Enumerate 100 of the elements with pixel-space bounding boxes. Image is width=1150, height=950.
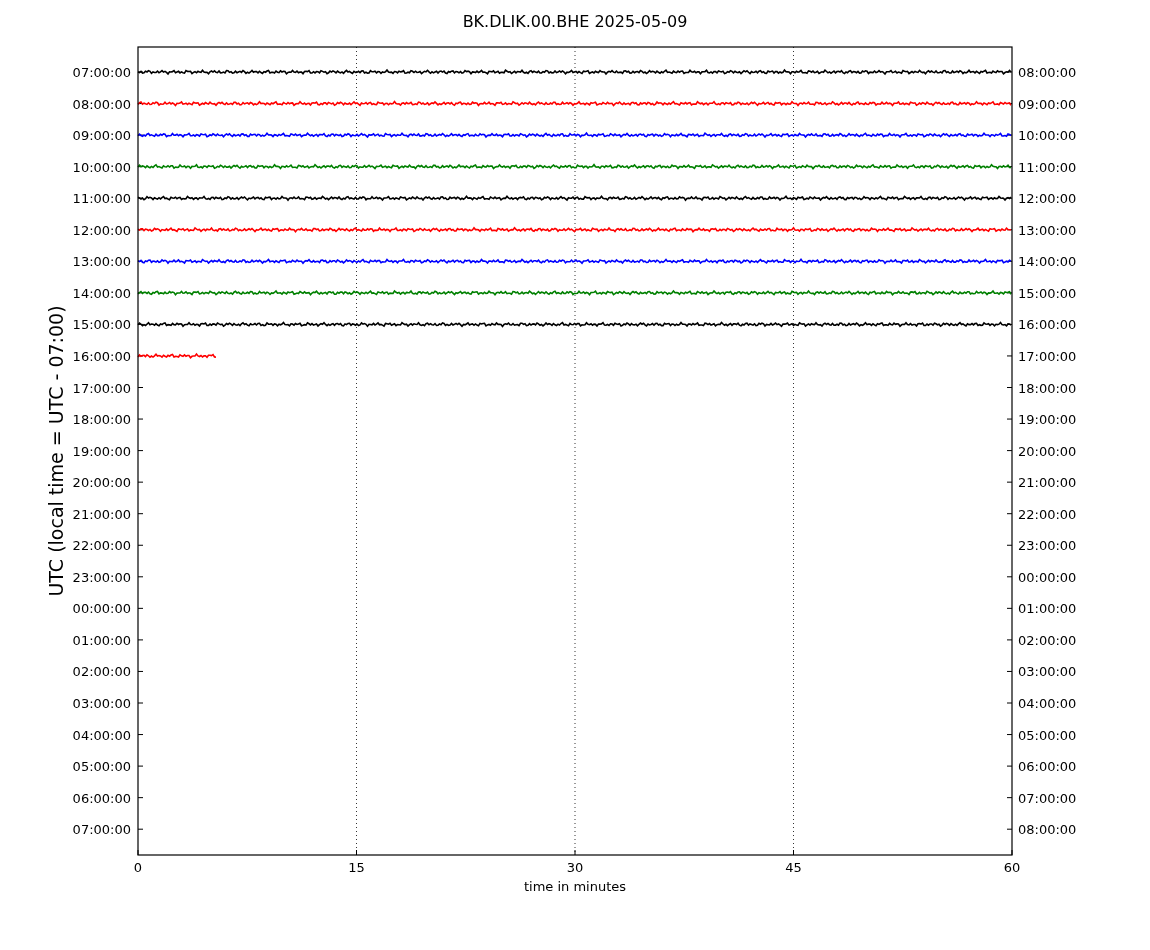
tick-mark bbox=[137, 292, 144, 294]
tick-mark bbox=[1006, 355, 1013, 357]
tick-mark bbox=[1006, 765, 1013, 767]
x-axis-label: time in minutes bbox=[523, 879, 627, 894]
tick-mark bbox=[1006, 387, 1013, 388]
tick-mark bbox=[137, 103, 144, 105]
y-tick-label: 19:00:00 bbox=[72, 443, 131, 459]
y-tick-label: 19:00:00 bbox=[1018, 412, 1077, 428]
y-tick-label: 07:00:00 bbox=[1018, 790, 1077, 806]
y-tick-label: 13:00:00 bbox=[1018, 222, 1077, 238]
y-tick-label: 14:00:00 bbox=[1018, 254, 1077, 270]
y-tick-label: 02:00:00 bbox=[72, 664, 131, 680]
y-tick-label: 07:00:00 bbox=[72, 65, 131, 80]
y-tick-label: 22:00:00 bbox=[72, 538, 131, 554]
y-tick-label: 20:00:00 bbox=[1018, 443, 1077, 459]
y-tick-label: 00:00:00 bbox=[72, 601, 131, 617]
tick-mark bbox=[1006, 134, 1013, 136]
y-tick-label: 16:00:00 bbox=[1018, 317, 1077, 333]
y-tick-label: 13:00:00 bbox=[72, 254, 131, 270]
tick-mark bbox=[793, 849, 794, 856]
x-tick-label: 15 bbox=[348, 860, 365, 875]
tick-mark bbox=[137, 576, 144, 578]
tick-mark bbox=[1006, 702, 1013, 704]
y-tick-label: 04:00:00 bbox=[1018, 696, 1077, 711]
tick-mark bbox=[137, 134, 144, 136]
y-tick-label: 10:00:00 bbox=[1018, 128, 1077, 144]
tick-mark bbox=[137, 544, 144, 546]
tick-mark bbox=[574, 849, 576, 856]
y-tick-label: 08:00:00 bbox=[1018, 822, 1077, 838]
tick-mark bbox=[1006, 71, 1013, 73]
tick-mark bbox=[137, 387, 144, 388]
tick-mark bbox=[1006, 828, 1013, 830]
y-tick-label: 18:00:00 bbox=[72, 412, 131, 428]
y-tick-label: 00:00:00 bbox=[1018, 569, 1077, 585]
y-tick-label: 21:00:00 bbox=[72, 506, 131, 522]
tick-mark bbox=[137, 734, 144, 736]
y-tick-label: 18:00:00 bbox=[1018, 380, 1077, 396]
x-tick-label: 30 bbox=[566, 860, 584, 875]
tick-mark bbox=[1006, 607, 1013, 609]
tick-mark bbox=[137, 702, 144, 704]
y-tick-label: 05:00:00 bbox=[1018, 727, 1077, 743]
y-tick-label: 11:00:00 bbox=[72, 191, 131, 207]
x-tick-label: 60 bbox=[1003, 860, 1021, 875]
tick-mark bbox=[1006, 576, 1013, 578]
y-tick-label: 01:00:00 bbox=[1018, 601, 1077, 617]
tick-mark bbox=[1006, 639, 1013, 641]
y-tick-label: 15:00:00 bbox=[72, 317, 131, 333]
tick-mark bbox=[137, 418, 144, 420]
tick-mark bbox=[137, 670, 144, 672]
tick-mark bbox=[137, 607, 144, 609]
tick-mark bbox=[137, 639, 144, 641]
y-tick-label: 16:00:00 bbox=[72, 348, 131, 364]
tick-mark bbox=[356, 849, 357, 856]
y-tick-label: 07:00:00 bbox=[72, 822, 131, 838]
tick-mark bbox=[1006, 670, 1013, 672]
y-tick-label: 15:00:00 bbox=[1018, 285, 1077, 301]
tick-mark bbox=[1006, 260, 1013, 262]
y-tick-label: 12:00:00 bbox=[1018, 191, 1077, 207]
tick-mark bbox=[1006, 450, 1013, 452]
y-tick-label: 02:00:00 bbox=[1018, 632, 1077, 648]
tick-mark bbox=[137, 450, 144, 452]
tick-mark bbox=[1006, 797, 1013, 799]
y-tick-label: 17:00:00 bbox=[72, 380, 131, 396]
y-tick-label: 06:00:00 bbox=[72, 790, 131, 806]
y-tick-label: 08:00:00 bbox=[72, 96, 131, 112]
y-tick-label: 22:00:00 bbox=[1018, 506, 1077, 522]
y-tick-label: 09:00:00 bbox=[1018, 96, 1077, 112]
y-tick-label: 11:00:00 bbox=[1018, 159, 1077, 175]
y-tick-label: 03:00:00 bbox=[72, 696, 131, 711]
y-tick-label: 04:00:00 bbox=[72, 727, 131, 743]
tick-mark bbox=[137, 765, 144, 767]
y-tick-label: 06:00:00 bbox=[1018, 759, 1077, 775]
y-tick-label: 08:00:00 bbox=[1018, 65, 1077, 80]
tick-mark bbox=[137, 797, 144, 799]
tick-mark bbox=[1006, 292, 1013, 294]
tick-mark bbox=[137, 355, 144, 357]
y-tick-label: 01:00:00 bbox=[72, 632, 131, 648]
y-tick-label: 23:00:00 bbox=[1018, 538, 1077, 554]
y-tick-label: 10:00:00 bbox=[72, 159, 131, 175]
plot-title: BK.DLIK.00.BHE 2025-05-09 bbox=[462, 12, 688, 31]
y-tick-label: 14:00:00 bbox=[72, 285, 131, 301]
tick-mark bbox=[137, 71, 144, 73]
tick-mark bbox=[1006, 513, 1013, 515]
x-tick-label: 0 bbox=[133, 860, 143, 875]
y-tick-label: 03:00:00 bbox=[1018, 664, 1077, 680]
tick-mark bbox=[137, 513, 144, 515]
tick-mark bbox=[137, 481, 144, 483]
tick-mark bbox=[1006, 544, 1013, 546]
y-tick-label: 20:00:00 bbox=[72, 475, 131, 491]
y-tick-label: 21:00:00 bbox=[1018, 475, 1077, 491]
y-axis-label: UTC (local time = UTC - 07:00) bbox=[45, 305, 67, 597]
y-tick-label: 09:00:00 bbox=[72, 128, 131, 144]
y-tick-label: 17:00:00 bbox=[1018, 348, 1077, 364]
x-tick-label: 45 bbox=[785, 860, 802, 875]
y-tick-label: 12:00:00 bbox=[72, 222, 131, 238]
tick-mark bbox=[137, 828, 144, 830]
tick-mark bbox=[1006, 734, 1013, 736]
y-tick-label: 23:00:00 bbox=[72, 569, 131, 585]
tick-mark bbox=[1006, 481, 1013, 483]
y-tick-label: 05:00:00 bbox=[72, 759, 131, 775]
